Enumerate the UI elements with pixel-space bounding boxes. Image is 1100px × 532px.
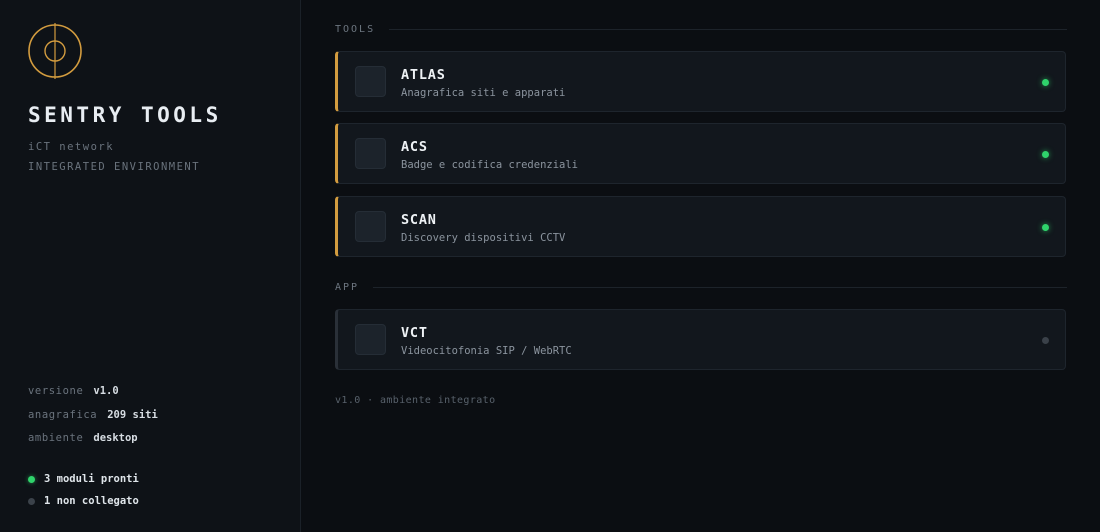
meta-row-ambiente: ambiente desktop bbox=[28, 431, 158, 455]
status-led-online-icon bbox=[1042, 79, 1049, 86]
status-row-disconnected: 1 non collegato bbox=[28, 490, 139, 512]
card-title: SCAN bbox=[401, 212, 437, 228]
section-divider bbox=[389, 29, 1067, 30]
meta-row-anagrafica: anagrafica 209 siti bbox=[28, 408, 158, 432]
meta-value: 209 siti bbox=[107, 408, 158, 421]
status-label: 3 moduli pronti bbox=[44, 473, 139, 485]
status-dot-offline-icon bbox=[28, 497, 35, 505]
meta-value: v1.0 bbox=[93, 385, 119, 397]
tool-card-acs[interactable]: ACS Badge e codifica credenziali bbox=[335, 123, 1066, 184]
card-description: Videocitofonia SIP / WebRTC bbox=[401, 345, 572, 357]
card-description: Discovery dispositivi CCTV bbox=[401, 232, 566, 244]
card-description: Anagrafica siti e apparati bbox=[401, 87, 566, 99]
module-icon bbox=[355, 138, 386, 169]
card-title: VCT bbox=[401, 325, 428, 341]
app-root: SENTRY TOOLS iCT network INTEGRATED ENVI… bbox=[0, 0, 1100, 532]
card-title: ATLAS bbox=[401, 67, 446, 83]
app-subtitle-line2: INTEGRATED ENVIRONMENT bbox=[28, 161, 201, 173]
section-title: TOOLS bbox=[335, 24, 376, 35]
meta-key: versione bbox=[28, 385, 84, 397]
card-description: Badge e codifica credenziali bbox=[401, 159, 579, 171]
section-heading-app: APP bbox=[335, 282, 1067, 293]
module-icon bbox=[355, 66, 386, 97]
sidebar: SENTRY TOOLS iCT network INTEGRATED ENVI… bbox=[0, 0, 301, 532]
app-title: SENTRY TOOLS bbox=[28, 103, 222, 127]
section-title: APP bbox=[335, 282, 360, 293]
module-icon bbox=[355, 324, 386, 355]
status-led-online-icon bbox=[1042, 224, 1049, 231]
module-status: 3 moduli pronti 1 non collegato bbox=[28, 468, 139, 512]
card-title: ACS bbox=[401, 139, 428, 155]
meta-key: ambiente bbox=[28, 432, 84, 444]
app-card-vct[interactable]: VCT Videocitofonia SIP / WebRTC bbox=[335, 309, 1066, 370]
meta-value: desktop bbox=[93, 432, 138, 444]
section-heading-tools: TOOLS bbox=[335, 24, 1067, 35]
main-panel: TOOLS ATLAS Anagrafica siti e apparati A… bbox=[301, 0, 1100, 532]
meta-key: anagrafica bbox=[28, 408, 98, 421]
status-label: 1 non collegato bbox=[44, 495, 139, 507]
status-led-offline-icon bbox=[1042, 337, 1049, 344]
tool-card-atlas[interactable]: ATLAS Anagrafica siti e apparati bbox=[335, 51, 1066, 112]
crosshair-logo-icon bbox=[28, 23, 82, 79]
status-dot-online-icon bbox=[28, 475, 35, 483]
app-subtitle-line1: iCT network bbox=[28, 141, 115, 153]
status-led-online-icon bbox=[1042, 151, 1049, 158]
meta-info: versione v1.0 anagrafica 209 siti ambiente… bbox=[28, 384, 158, 455]
meta-row-version: versione v1.0 bbox=[28, 384, 158, 408]
tool-card-scan[interactable]: SCAN Discovery dispositivi CCTV bbox=[335, 196, 1066, 257]
section-divider bbox=[373, 287, 1067, 288]
footer-version-note: v1.0 · ambiente integrato bbox=[335, 395, 496, 406]
status-row-ready: 3 moduli pronti bbox=[28, 468, 139, 490]
module-icon bbox=[355, 211, 386, 242]
